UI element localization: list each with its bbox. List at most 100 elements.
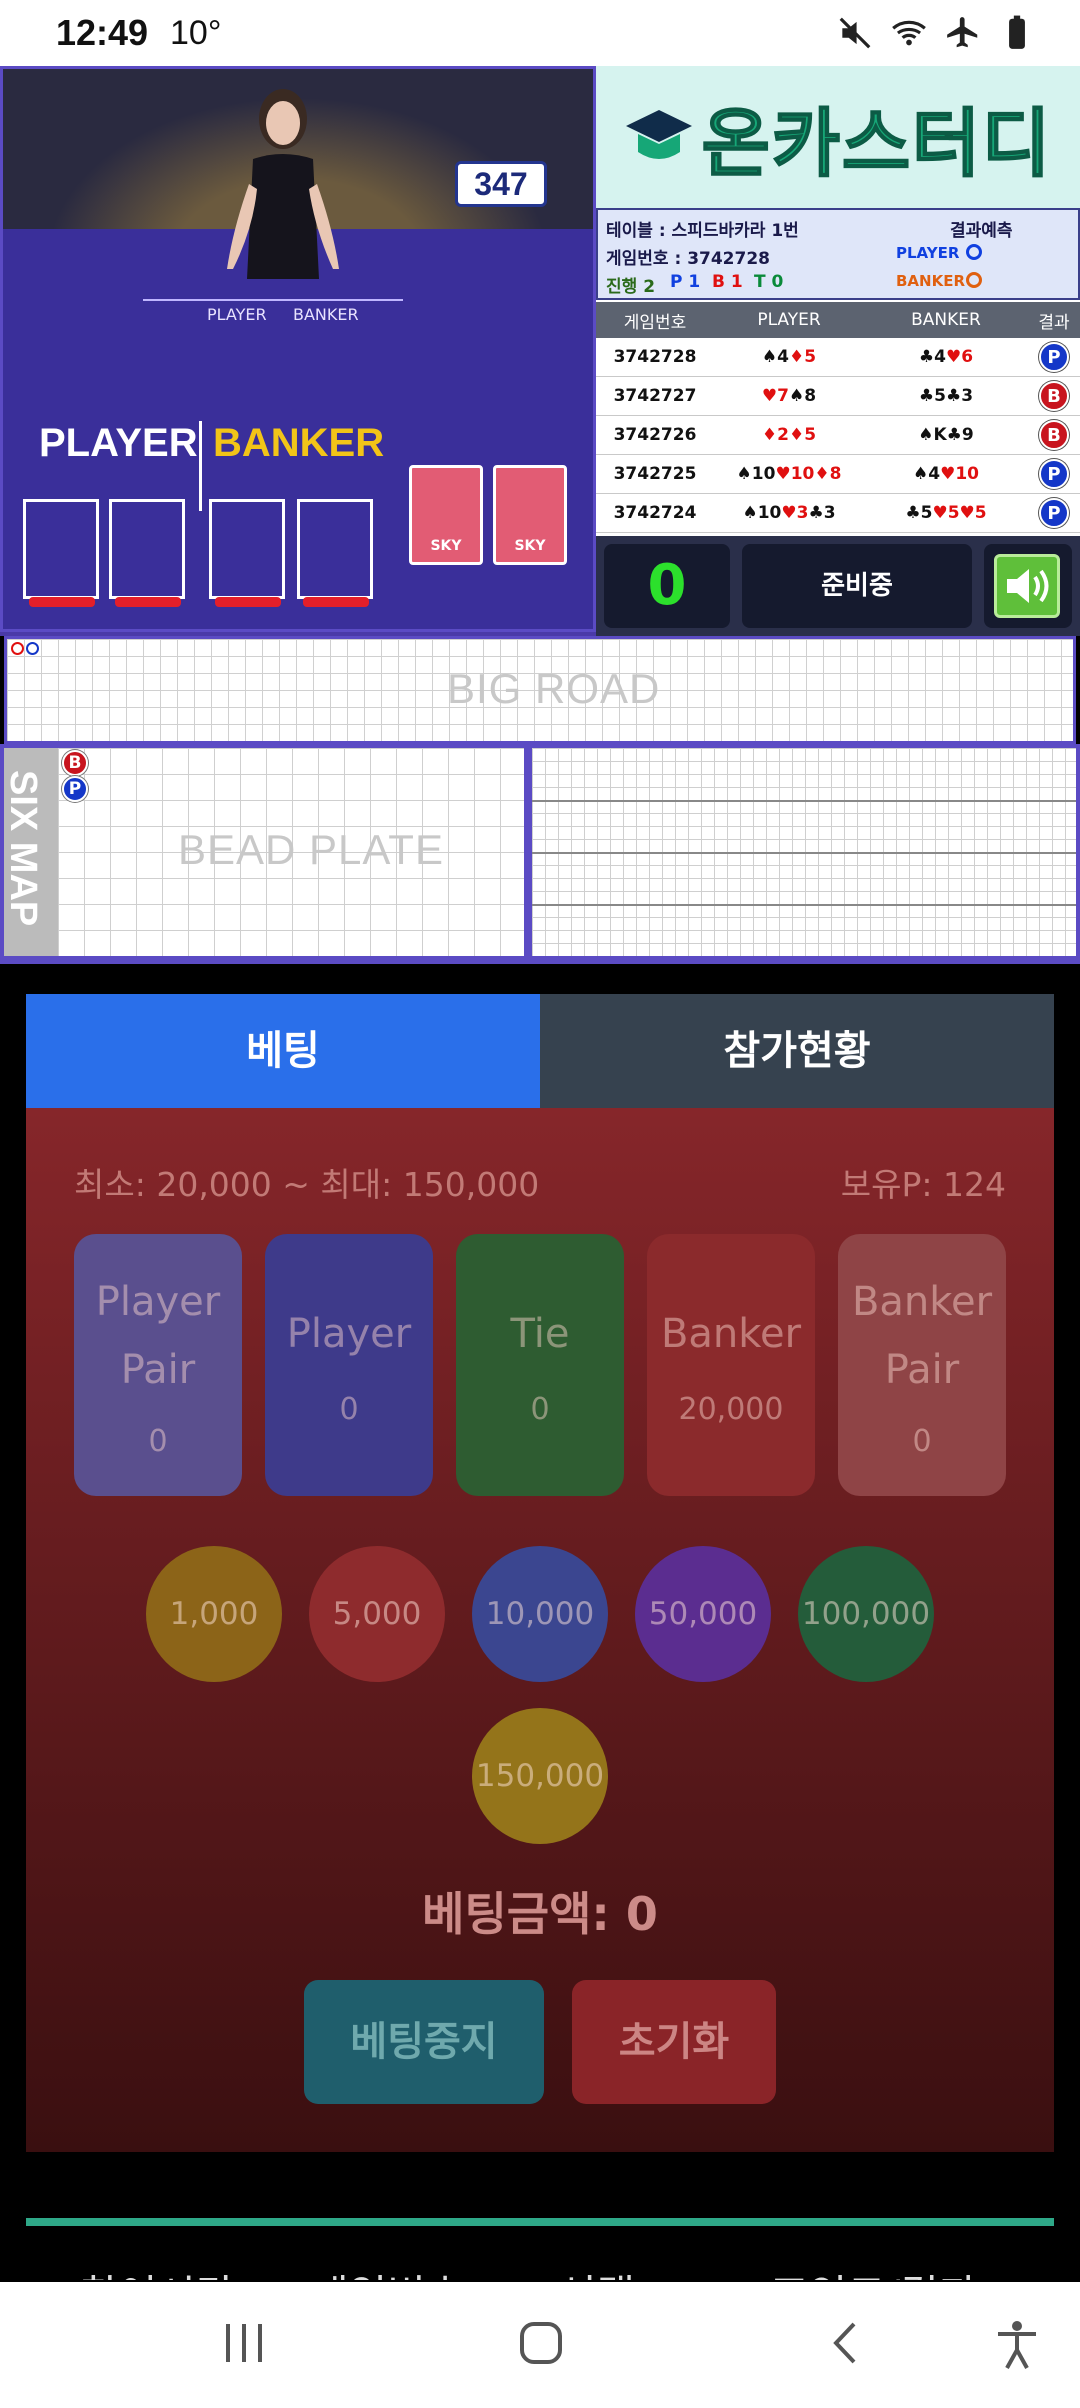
slot-marker bbox=[303, 597, 369, 607]
prediction-banker-marker bbox=[966, 272, 982, 288]
result-badge: P bbox=[1039, 342, 1069, 372]
row-banker-cards: ♠K♣9 bbox=[918, 425, 974, 445]
history-header: 게임번호 PLAYER BANKER 결과 bbox=[596, 302, 1080, 338]
tab-bar: 베팅 참가현황 bbox=[26, 994, 1054, 1108]
reset-button[interactable]: 초기화 bbox=[572, 1980, 776, 2104]
col-choice: 선택 bbox=[558, 2262, 635, 2280]
derived-roads bbox=[532, 748, 1076, 956]
tab-bet[interactable]: 베팅 bbox=[26, 994, 540, 1108]
countdown: 0 bbox=[604, 544, 730, 628]
card-slot bbox=[23, 499, 99, 599]
game-info: 테이블 : 스피드바카라 1번 결과예측 게임번호 : 3742728 PLAY… bbox=[596, 208, 1080, 300]
bet-value: 0 bbox=[912, 1424, 932, 1459]
logo-text: 온카스터디 bbox=[701, 101, 1053, 186]
row-result-cell: B bbox=[1028, 381, 1080, 411]
sound-button[interactable] bbox=[984, 544, 1072, 628]
result-badge: B bbox=[1039, 381, 1069, 411]
slot-marker bbox=[115, 597, 181, 607]
table-name: 테이블 : 스피드바카라 1번 bbox=[606, 221, 799, 241]
row-banker-cards: ♠4♥10 bbox=[913, 464, 979, 484]
clock: 12:49 bbox=[56, 12, 149, 53]
row-player-cards: ♥7♠8 bbox=[761, 386, 817, 406]
bead-player: P bbox=[62, 776, 88, 802]
round-counter: 347 bbox=[455, 161, 547, 207]
bet-name: Player bbox=[95, 1279, 221, 1325]
banker-pair-button[interactable]: Banker Pair 0 bbox=[838, 1234, 1006, 1496]
big-road-label: BIG ROAD bbox=[447, 665, 661, 712]
row-banker-cards: ♣4♥6 bbox=[918, 347, 974, 367]
row-game-number: 3742728 bbox=[613, 347, 697, 367]
live-video: 347 PLAYER BANKER PLAYER BANKER SKY SKY bbox=[0, 66, 596, 632]
row-game-number: 3742727 bbox=[613, 386, 697, 406]
prediction-title: 결과예측 bbox=[950, 221, 1013, 241]
tie-button[interactable]: Tie 0 bbox=[456, 1234, 624, 1496]
table-banker-label: BANKER bbox=[293, 305, 359, 324]
accessibility-icon[interactable] bbox=[994, 2320, 1040, 2370]
row-result-cell: P bbox=[1028, 498, 1080, 528]
row-player-cards: ♠10♥3♣3 bbox=[742, 503, 836, 523]
table-line bbox=[143, 299, 403, 429]
result-badge: P bbox=[1039, 498, 1069, 528]
header-game-no: 게임번호 bbox=[623, 312, 687, 333]
history-row: 3742727 ♥7♠8 ♣5♣3 B bbox=[596, 377, 1080, 416]
chip-50000[interactable]: 50,000 bbox=[635, 1546, 771, 1682]
history-row: 3742725 ♠10♥10♦8 ♠4♥10 P bbox=[596, 455, 1080, 494]
row-game-number: 3742724 bbox=[613, 503, 697, 523]
bet-name: Banker bbox=[660, 1311, 802, 1357]
row-banker-cards: ♣5♥5♥5 bbox=[905, 503, 987, 523]
slot-marker bbox=[29, 597, 95, 607]
result-badge: P bbox=[1039, 459, 1069, 489]
road-divider bbox=[532, 904, 1076, 906]
road-divider bbox=[532, 852, 1076, 854]
game-controls: 0 준비중 bbox=[596, 536, 1080, 636]
chip-100000[interactable]: 100,000 bbox=[798, 1546, 934, 1682]
history-row: 3742724 ♠10♥3♣3 ♣5♥5♥5 P bbox=[596, 494, 1080, 533]
prediction-player-label: PLAYER bbox=[896, 244, 960, 262]
area-divider bbox=[199, 421, 202, 511]
stop-betting-button[interactable]: 베팅중지 bbox=[304, 1980, 544, 2104]
bead-plate-label: BEAD PLATE bbox=[178, 826, 444, 873]
header-result: 결과 bbox=[1038, 312, 1070, 333]
big-road-player-mark bbox=[26, 642, 39, 655]
row-result-cell: B bbox=[1028, 420, 1080, 450]
chip-5000[interactable]: 5,000 bbox=[309, 1546, 445, 1682]
card-label: SKY bbox=[514, 538, 546, 554]
home-icon[interactable] bbox=[518, 2320, 564, 2366]
bet-limits: 최소: 20,000 ~ 최대: 150,000 bbox=[74, 1165, 540, 1204]
status-bar: 12:49 10° bbox=[0, 0, 1080, 66]
bet-name: Tie bbox=[510, 1311, 570, 1357]
player-pair-button[interactable]: Player Pair 0 bbox=[74, 1234, 242, 1496]
prediction-player-marker bbox=[966, 244, 982, 260]
banker-button[interactable]: Banker 20,000 bbox=[647, 1234, 815, 1496]
bet-name: Player bbox=[286, 1311, 412, 1357]
player-button[interactable]: Player 0 bbox=[265, 1234, 433, 1496]
player-wins: P 1 bbox=[670, 272, 701, 292]
bead-banker: B bbox=[62, 750, 88, 776]
chip-10000[interactable]: 10,000 bbox=[472, 1546, 608, 1682]
prediction-banker-label: BANKER bbox=[896, 272, 966, 290]
card-back: SKY bbox=[493, 465, 567, 565]
recent-apps-icon[interactable] bbox=[222, 2320, 266, 2366]
six-map-label: SIX MAP bbox=[2, 770, 44, 927]
header-player: PLAYER bbox=[757, 310, 821, 330]
table-player-label: PLAYER bbox=[207, 305, 267, 324]
speaker-icon bbox=[1007, 569, 1049, 603]
back-icon[interactable] bbox=[826, 2320, 866, 2366]
bet-value: 0 bbox=[148, 1424, 168, 1459]
bet-value: 0 bbox=[530, 1392, 550, 1427]
history-row: 3742726 ♦2♦5 ♠K♣9 B bbox=[596, 416, 1080, 455]
bet-body: 최소: 20,000 ~ 최대: 150,000 보유P: 124 Player… bbox=[26, 1108, 1054, 2152]
big-road-banker-mark bbox=[11, 642, 24, 655]
card-label: SKY bbox=[430, 538, 462, 554]
tie-count: T 0 bbox=[754, 272, 784, 292]
wifi-icon bbox=[892, 20, 926, 46]
chip-150000[interactable]: 150,000 bbox=[472, 1708, 608, 1844]
bet-amount: 베팅금액: 0 bbox=[422, 1887, 658, 1941]
mute-icon bbox=[839, 17, 871, 49]
game-status: 준비중 bbox=[742, 544, 972, 628]
tab-participants[interactable]: 참가현황 bbox=[540, 994, 1054, 1108]
chip-1000[interactable]: 1,000 bbox=[146, 1546, 282, 1682]
row-result-cell: P bbox=[1028, 459, 1080, 489]
card-slot bbox=[109, 499, 185, 599]
temperature: 10° bbox=[170, 14, 222, 52]
